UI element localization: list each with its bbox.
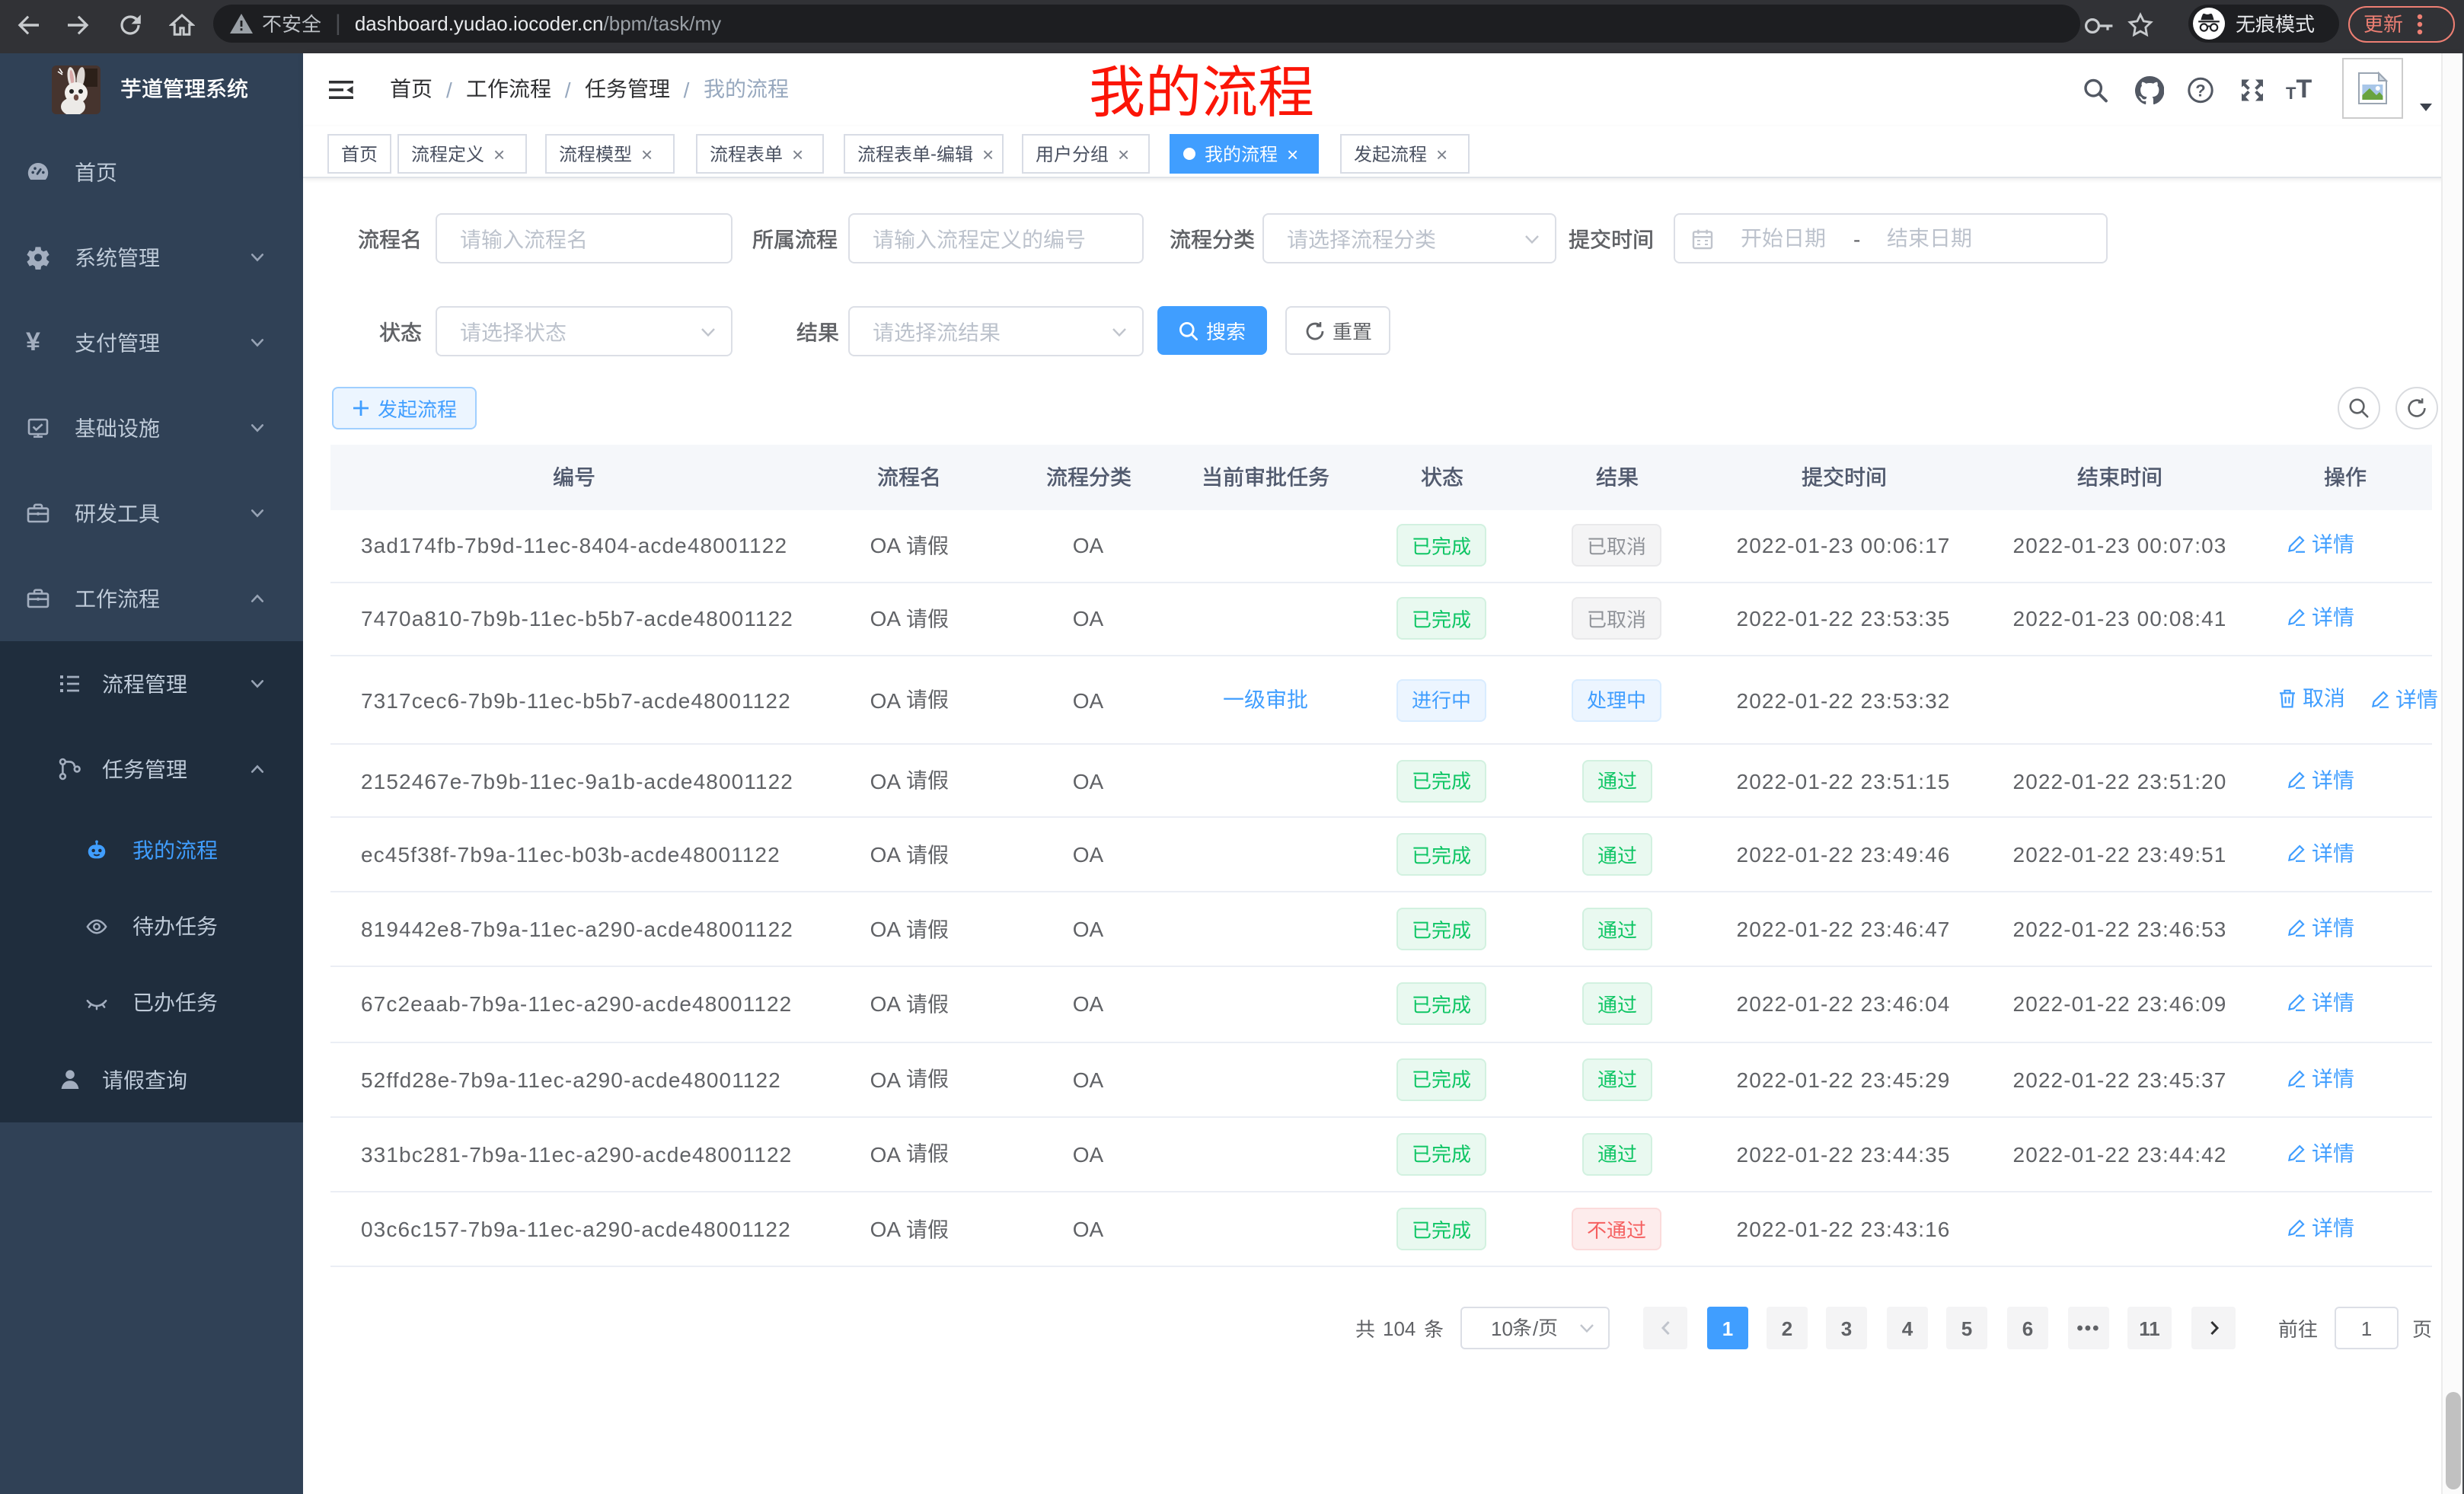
svg-text:?: ? — [2195, 81, 2205, 100]
